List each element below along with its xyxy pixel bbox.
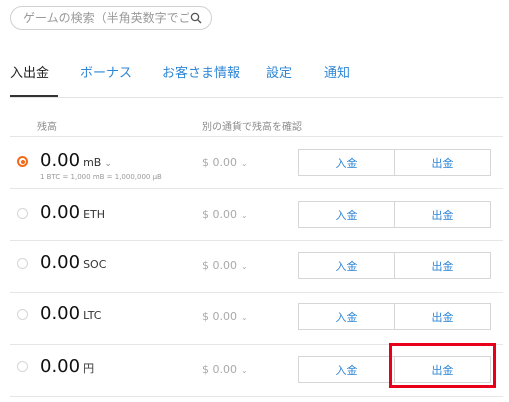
withdraw-button[interactable]: 出金 [395,252,491,279]
withdraw-button[interactable]: 出金 [395,201,491,228]
currency-radio-mb[interactable] [17,156,28,167]
amount-value: 0.00 [40,150,81,171]
deposit-button[interactable]: 入金 [298,303,395,330]
action-buttons: 入金 出金 [298,303,491,330]
balance-row-eth: 0.00 ETH $ 0.00 ⌄ 入金 出金 [10,189,503,241]
balance-row-soc: 0.00 SOC $ 0.00 ⌄ 入金 出金 [10,241,503,293]
currency-radio-jpy[interactable] [17,361,28,372]
withdraw-button[interactable]: 出金 [395,149,491,176]
chevron-down-icon: ⌄ [241,211,248,220]
balance-row-mb: 0.00 mB ⌄ 1 BTC = 1,000 mB = 1,000,000 µB … [10,137,503,189]
currency-label: ETH [83,208,106,221]
usd-value: $ 0.00 [202,310,237,323]
usd-value-select[interactable]: $ 0.00 ⌄ [202,259,248,272]
currency-label: 円 [83,362,95,375]
balance-row-ltc: 0.00 LTC $ 0.00 ⌄ 入金 出金 [10,293,503,345]
currency-label: SOC [83,258,107,271]
action-buttons: 入金 出金 [298,252,491,279]
withdraw-highlight-box [389,343,496,388]
usd-value-select[interactable]: $ 0.00 ⌄ [202,310,248,323]
tab-bonus[interactable]: ボーナス [80,62,132,81]
usd-value-select[interactable]: $ 0.00 ⌄ [202,156,248,169]
action-buttons: 入金 出金 [298,201,491,228]
chevron-down-icon: ⌄ [241,262,248,271]
currency-radio-eth[interactable] [17,208,28,219]
balance-amount: 0.00 SOC [40,252,106,273]
withdraw-button[interactable]: 出金 [395,303,491,330]
deposit-button[interactable]: 入金 [298,252,395,279]
tab-customer-info[interactable]: お客さま情報 [162,62,240,81]
balance-amount: 0.00 LTC [40,303,101,324]
chevron-down-icon: ⌄ [241,366,248,375]
amount-value: 0.00 [40,202,81,223]
usd-value-select[interactable]: $ 0.00 ⌄ [202,363,248,376]
usd-value: $ 0.00 [202,208,237,221]
balance-amount: 0.00 mB ⌄ [40,150,112,171]
usd-value: $ 0.00 [202,363,237,376]
game-search-box[interactable] [10,6,212,30]
usd-value: $ 0.00 [202,259,237,272]
tab-deposit-withdraw[interactable]: 入出金 [10,62,49,81]
search-icon[interactable] [189,11,203,25]
usd-value: $ 0.00 [202,156,237,169]
active-tab-indicator [10,95,58,97]
amount-value: 0.00 [40,303,81,324]
chevron-down-icon: ⌄ [241,159,248,168]
other-currency-column-header: 別の通貨で残高を確認 [202,122,302,133]
usd-value-select[interactable]: $ 0.00 ⌄ [202,208,248,221]
account-tabs: 入出金 ボーナス お客さま情報 設定 通知 [10,55,503,98]
deposit-button[interactable]: 入金 [298,201,395,228]
currency-radio-soc[interactable] [17,258,28,269]
currency-radio-ltc[interactable] [17,309,28,320]
deposit-button[interactable]: 入金 [298,149,395,176]
action-buttons: 入金 出金 [298,149,491,176]
balance-amount: 0.00 円 [40,356,94,377]
chevron-down-icon: ⌄ [241,313,248,322]
amount-value: 0.00 [40,356,81,377]
amount-value: 0.00 [40,252,81,273]
unit-conversion-note: 1 BTC = 1,000 mB = 1,000,000 µB [40,173,162,181]
currency-label: LTC [83,309,102,322]
tab-settings[interactable]: 設定 [266,62,292,81]
tab-notifications[interactable]: 通知 [324,62,350,81]
currency-label: mB [83,156,102,169]
chevron-down-icon[interactable]: ⌄ [104,159,112,169]
balance-amount: 0.00 ETH [40,202,105,223]
search-input[interactable] [23,11,189,25]
balance-column-header: 残高 [37,122,57,133]
deposit-button[interactable]: 入金 [298,356,395,383]
